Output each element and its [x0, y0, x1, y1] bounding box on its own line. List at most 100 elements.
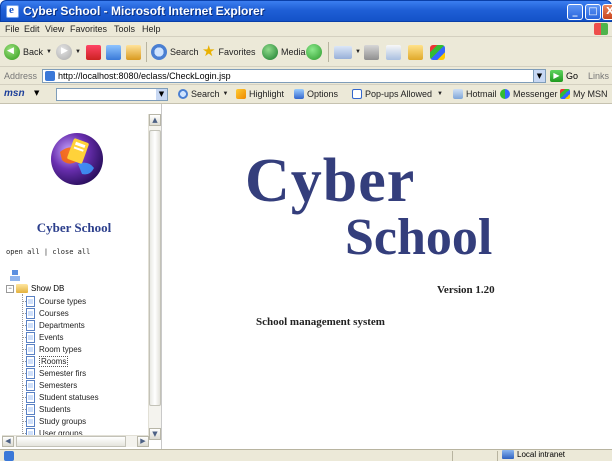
tree-item-courses[interactable]: Courses — [22, 308, 69, 319]
title-bar: Cyber School - Microsoft Internet Explor… — [0, 0, 612, 22]
menu-favorites[interactable]: Favorites — [70, 24, 107, 34]
msn-search-input[interactable]: ▼ — [56, 88, 168, 101]
school-name: Cyber School — [36, 220, 112, 235]
favorites-button[interactable]: ★ Favorites — [202, 43, 255, 61]
tree-item-semesters[interactable]: Semesters — [21, 380, 77, 391]
close-all-link[interactable]: close all — [52, 248, 90, 256]
menu-edit[interactable]: Edit — [24, 24, 40, 34]
tree-item-label: Courses — [39, 309, 69, 318]
home-button[interactable] — [126, 43, 144, 61]
tree-item-student-statuses[interactable]: Student statuses — [22, 392, 99, 403]
msn-button[interactable] — [430, 43, 448, 61]
edit-button[interactable] — [386, 43, 404, 61]
back-label: Back — [23, 47, 44, 57]
forward-button[interactable]: ▼ — [56, 43, 81, 61]
refresh-button[interactable] — [106, 43, 124, 61]
scroll-left-icon[interactable]: ◀ — [2, 436, 14, 447]
menu-help[interactable]: Help — [142, 24, 161, 34]
maximize-button[interactable]: □ — [585, 4, 601, 20]
scroll-up-icon[interactable]: ▲ — [149, 114, 161, 126]
msn-logo[interactable]: msn — [4, 88, 25, 99]
page-icon — [26, 320, 35, 331]
hotmail-button[interactable]: Hotmail — [453, 89, 497, 99]
tree-item-room-types[interactable]: Room types — [22, 344, 82, 355]
tree-item-events[interactable]: Events — [21, 332, 63, 343]
page-icon — [26, 356, 35, 367]
page-icon — [26, 380, 35, 391]
close-button[interactable]: X — [602, 4, 612, 20]
collapse-icon[interactable]: − — [6, 284, 14, 293]
address-dropdown-icon[interactable]: ▼ — [533, 70, 545, 82]
tree-item-students[interactable]: Students — [22, 404, 71, 415]
go-button[interactable]: ▶ Go — [550, 70, 578, 82]
popups-allowed-button[interactable]: Pop-ups Allowed ▼ — [352, 89, 443, 99]
page-icon — [26, 368, 35, 379]
menu-tools[interactable]: Tools — [114, 24, 135, 34]
toolbar-separator — [146, 42, 147, 62]
search-dropdown-icon[interactable]: ▼ — [223, 91, 229, 97]
open-all-link[interactable]: open all — [6, 248, 40, 256]
scroll-thumb[interactable] — [16, 436, 126, 447]
search-icon — [151, 44, 167, 60]
tree-item-course-types[interactable]: Course types — [21, 296, 86, 307]
my-msn-button[interactable]: My MSN — [560, 89, 608, 99]
horizontal-scrollbar[interactable]: ◀ ▶ — [2, 435, 149, 447]
forward-dropdown-icon[interactable]: ▼ — [75, 49, 81, 55]
open-folder-icon — [16, 284, 28, 293]
tree-item-departments[interactable]: Departments — [22, 320, 85, 331]
mail-icon — [334, 45, 352, 59]
tree-node-show-db[interactable]: − Show DB — [6, 284, 64, 293]
mail-button[interactable]: ▼ — [334, 43, 361, 61]
msn-search-dropdown-icon[interactable]: ▼ — [156, 89, 167, 100]
address-input[interactable]: http://localhost:8080/eclass/CheckLogin.… — [42, 69, 546, 83]
menu-view[interactable]: View — [45, 24, 64, 34]
minimize-button[interactable]: _ — [567, 4, 583, 20]
print-button[interactable] — [364, 43, 382, 61]
scroll-thumb[interactable] — [149, 130, 161, 406]
options-button[interactable]: Options — [294, 89, 338, 99]
page-icon — [26, 308, 35, 319]
msn-search-button[interactable]: Search ▼ — [178, 89, 228, 99]
scroll-right-icon[interactable]: ▶ — [137, 436, 149, 447]
search-button[interactable]: Search — [151, 43, 199, 61]
navigation-frame: Cyber School open all | close all − Show… — [0, 104, 162, 449]
folder-button[interactable] — [408, 43, 426, 61]
history-button[interactable] — [306, 43, 325, 61]
options-label: Options — [307, 89, 339, 99]
tree-item-rooms[interactable]: Rooms — [21, 356, 69, 367]
messenger-icon — [500, 89, 510, 99]
menu-file[interactable]: File — [5, 24, 20, 34]
go-arrow-icon: ▶ — [550, 70, 563, 82]
standard-toolbar: Back ▼ ▼ Search ★ Favorites Media ▼ — [0, 37, 612, 67]
vertical-scrollbar[interactable]: ▲ ▼ — [148, 114, 161, 440]
my-msn-label: My MSN — [573, 89, 608, 99]
back-dropdown-icon[interactable]: ▼ — [46, 49, 52, 55]
page-icon — [26, 344, 35, 355]
star-icon: ★ — [202, 43, 216, 60]
stop-icon — [86, 44, 101, 60]
page-icon — [26, 416, 35, 427]
tree-item-semester-firs[interactable]: Semester firs — [21, 368, 86, 379]
windows-logo-icon — [594, 23, 608, 35]
tree-item-study-groups[interactable]: Study groups — [21, 416, 86, 427]
msn-menu-dropdown-icon[interactable]: ▼ — [34, 89, 39, 97]
tree-item-label: Rooms — [39, 356, 69, 367]
scroll-down-icon[interactable]: ▼ — [149, 428, 161, 440]
page-icon — [26, 392, 35, 403]
back-button[interactable]: Back ▼ — [4, 43, 52, 61]
links-button[interactable]: Links — [588, 71, 609, 81]
mail-dropdown-icon[interactable]: ▼ — [355, 49, 361, 55]
tree-node-label: Show DB — [31, 284, 65, 293]
messenger-label: Messenger — [513, 89, 558, 99]
address-url[interactable]: http://localhost:8080/eclass/CheckLogin.… — [58, 71, 231, 81]
highlight-button[interactable]: Highlight — [236, 89, 284, 99]
stop-button[interactable] — [86, 43, 104, 61]
page-content: Cyber School open all | close all − Show… — [0, 104, 612, 449]
hotmail-icon — [453, 89, 463, 99]
page-icon — [26, 296, 35, 307]
go-label: Go — [566, 71, 579, 81]
security-zone-label: Local intranet — [517, 450, 566, 459]
media-button[interactable]: Media — [262, 43, 306, 61]
popups-dropdown-icon[interactable]: ▼ — [437, 91, 443, 97]
messenger-button[interactable]: Messenger — [500, 89, 558, 99]
